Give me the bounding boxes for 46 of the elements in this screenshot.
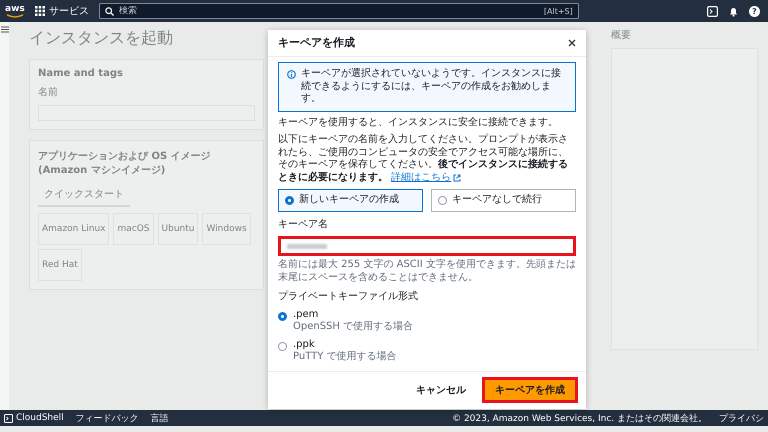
cloudshell-link[interactable]: CloudShell bbox=[4, 413, 64, 423]
feedback-link[interactable]: フィードバック bbox=[76, 412, 139, 424]
blurred-value bbox=[287, 244, 327, 248]
field-label: プライベートキーファイル形式 bbox=[278, 291, 419, 304]
radio-button[interactable] bbox=[285, 196, 294, 205]
radio-button[interactable] bbox=[278, 312, 287, 320]
create-key-pair-button[interactable]: キーペアを作成 bbox=[482, 376, 578, 402]
field-hint: 名前には最大 255 文字の ASCII 文字を使用できます。先頭または末尾にスペースを含めることはできません。 bbox=[278, 259, 576, 284]
dialog-title: キーペアを作成 bbox=[278, 36, 355, 50]
close-icon[interactable] bbox=[568, 39, 576, 47]
field-label: 名前 bbox=[38, 86, 59, 99]
instructions-text: 以下にキーペアの名前を入力してください。プロンプトが表示されたら、ご使用のコンピュータの安全でアクセス可能な場所に、そのキーペアを保存してください。後でインスタンスに接続するときに必要になります。 詳細はこちら bbox=[278, 134, 569, 184]
section-title: Name and tags bbox=[38, 68, 124, 79]
smile-icon bbox=[6, 14, 24, 18]
option-tile[interactable]: 新しいキーペアの作成 bbox=[278, 189, 423, 212]
field-label: キーペア名 bbox=[278, 218, 329, 231]
option-description: OpenSSH で使用する場合 bbox=[293, 321, 414, 334]
learn-more-link[interactable]: 詳細はこちら bbox=[391, 172, 462, 184]
bell-icon[interactable] bbox=[728, 6, 739, 16]
radio-button[interactable] bbox=[438, 196, 447, 205]
language-link[interactable]: 言語 bbox=[150, 412, 169, 424]
section-title: アプリケーションおよび OS イメージ (Amazon マシンイメージ) bbox=[38, 149, 212, 177]
option-description: PuTTY で使用する場合 bbox=[293, 351, 397, 364]
menu-icon[interactable] bbox=[1, 26, 9, 33]
logo[interactable]: aws bbox=[5, 4, 25, 18]
grid-icon bbox=[34, 6, 45, 16]
option-label: .pem bbox=[293, 308, 320, 321]
search-icon bbox=[104, 6, 114, 16]
terminal-icon bbox=[4, 414, 13, 422]
cancel-button[interactable]: キャンセル bbox=[410, 378, 472, 400]
info-message: キーペアが選択されていないようです。インスタンスに接続できるようにするには、キーペアの作成をお勧めします。 bbox=[301, 68, 562, 106]
privacy-link[interactable]: プライバシ bbox=[719, 412, 764, 424]
terminal-icon[interactable] bbox=[707, 6, 718, 16]
info-icon bbox=[287, 70, 296, 79]
option-tile[interactable]: キーペアなしで続行 bbox=[431, 189, 576, 212]
key-pair-name-field[interactable] bbox=[278, 236, 576, 256]
page-title: インスタンスを起動 bbox=[29, 28, 174, 49]
copyright-text: © 2023, Amazon Web Services, Inc. またはその関連会社。 bbox=[452, 412, 707, 424]
services-menu[interactable]: サービス bbox=[34, 4, 89, 18]
shortcut-hint: [Alt+S] bbox=[544, 6, 573, 16]
summary-title: 概要 bbox=[611, 28, 632, 42]
option-label: .ppk bbox=[293, 338, 316, 351]
intro-text: キーペアを使用すると、インスタンスに安全に接続できます。 bbox=[278, 116, 559, 129]
external-link-icon bbox=[453, 174, 462, 182]
help-button[interactable]: ? bbox=[749, 6, 760, 16]
radio-button[interactable] bbox=[278, 342, 287, 350]
